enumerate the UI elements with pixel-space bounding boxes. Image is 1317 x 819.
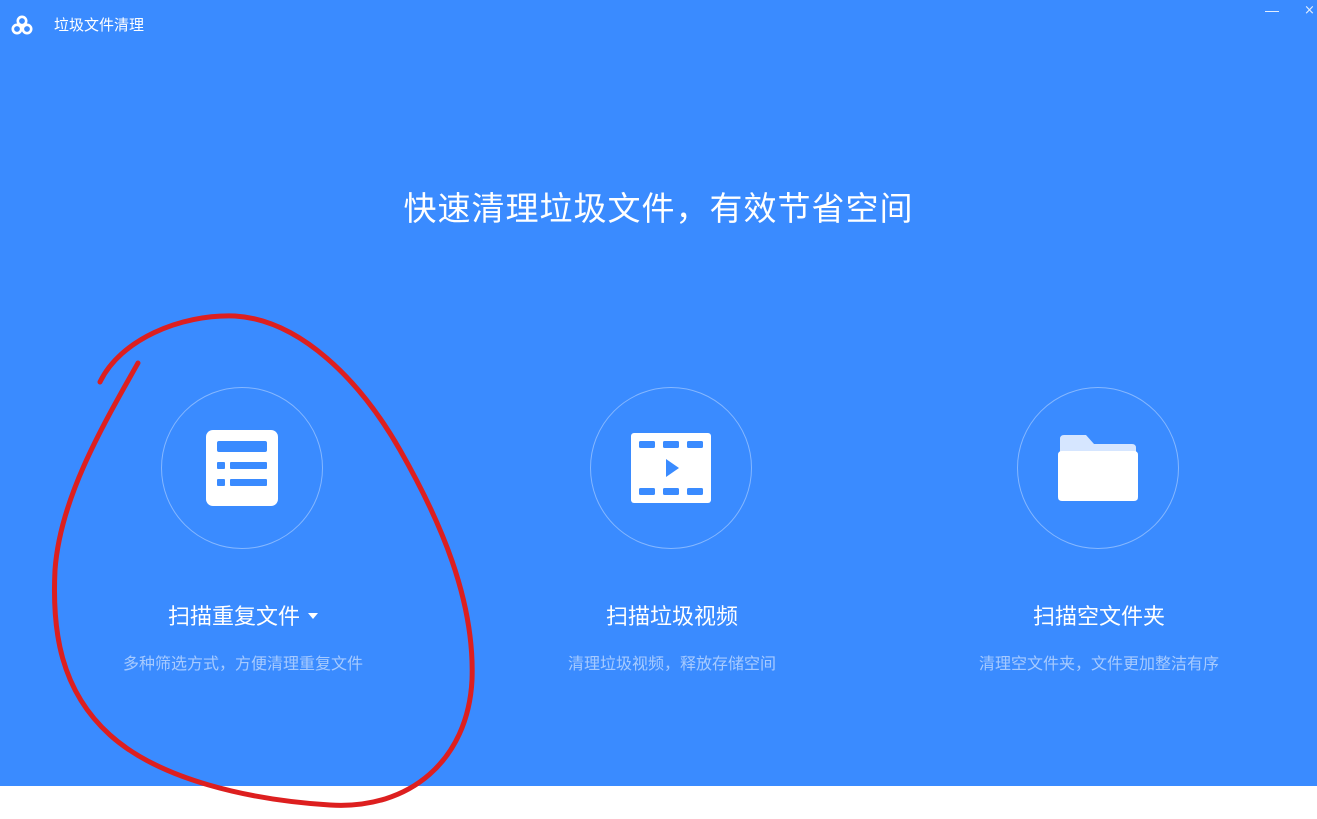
title-bar: 垃圾文件清理 × — [0, 0, 1317, 52]
option-icon-circle[interactable] — [161, 387, 323, 549]
option-label[interactable]: 扫描垃圾视频 — [472, 603, 872, 633]
window-title: 垃圾文件清理 — [54, 16, 145, 34]
option-description: 清理垃圾视频，释放存储空间 — [567, 654, 776, 673]
duplicate-list-icon — [206, 430, 278, 506]
scan-duplicate-files-option[interactable]: 扫描重复文件 多种筛选方式，方便清理重复文件 — [43, 387, 443, 697]
option-label[interactable]: 扫描重复文件 — [43, 603, 443, 633]
option-icon-circle[interactable] — [590, 387, 752, 549]
scan-junk-videos-option[interactable]: 扫描垃圾视频 清理垃圾视频，释放存储空间 — [472, 387, 872, 697]
cleaner-window: 垃圾文件清理 × 快速清理垃圾文件，有效节省空间 扫描重复文件 多种筛选方式，方… — [0, 0, 1317, 786]
option-description: 多种筛选方式，方便清理重复文件 — [122, 654, 363, 673]
scan-empty-folders-option[interactable]: 扫描空文件夹 清理空文件夹，文件更加整洁有序 — [899, 387, 1299, 697]
headline: 快速清理垃圾文件，有效节省空间 — [403, 189, 914, 228]
option-description: 清理空文件夹，文件更加整洁有序 — [978, 654, 1219, 673]
folder-icon — [1058, 435, 1138, 501]
close-button[interactable]: × — [1304, 4, 1315, 18]
video-icon — [631, 433, 711, 503]
option-label[interactable]: 扫描空文件夹 — [899, 603, 1299, 633]
dropdown-caret-icon[interactable] — [308, 613, 318, 619]
minimize-button[interactable] — [1263, 0, 1283, 20]
app-logo-icon — [11, 15, 33, 35]
option-icon-circle[interactable] — [1017, 387, 1179, 549]
